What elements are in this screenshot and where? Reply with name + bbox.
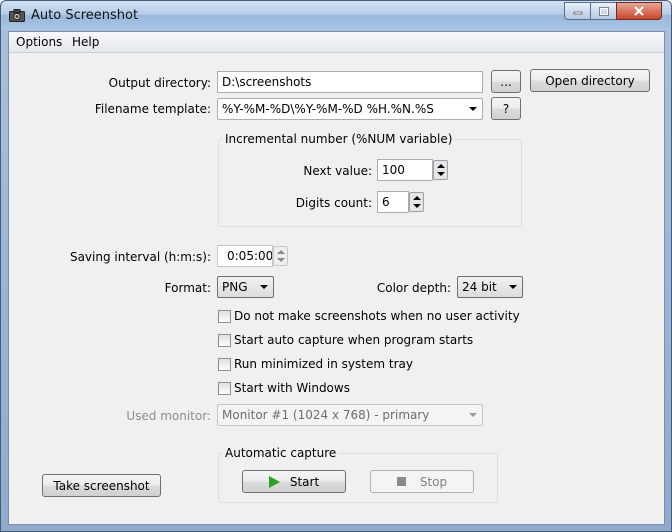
filename-template-combo[interactable]: %Y-%M-%D\%Y-%M-%D %H.%N.%S xyxy=(217,98,483,120)
auto-capture-checkbox[interactable] xyxy=(218,334,231,347)
minimized-tray-checkbox[interactable] xyxy=(218,358,231,371)
browse-button[interactable]: ... xyxy=(491,70,521,93)
menu-help[interactable]: Help xyxy=(72,35,99,49)
client-area: Options Help Output directory: D:\screen… xyxy=(8,31,665,525)
digits-count-spinner[interactable] xyxy=(409,192,424,212)
filename-template-label: Filename template: xyxy=(94,102,211,116)
template-help-button[interactable]: ? xyxy=(491,97,521,120)
stop-icon xyxy=(396,477,406,486)
saving-interval-input[interactable]: 0:05:00 xyxy=(217,245,273,267)
app-window: Auto Screenshot Options Help Output dire… xyxy=(0,0,672,532)
menu-bar: Options Help xyxy=(9,32,664,53)
next-value-spinner[interactable] xyxy=(433,160,448,180)
minimize-button[interactable] xyxy=(564,2,591,20)
saving-interval-spinner[interactable] xyxy=(273,246,288,266)
open-directory-button[interactable]: Open directory xyxy=(530,69,650,92)
maximize-button[interactable] xyxy=(590,2,617,20)
used-monitor-label: Used monitor: xyxy=(126,409,211,423)
close-button[interactable] xyxy=(616,2,662,20)
used-monitor-select[interactable]: Monitor #1 (1024 x 768) - primary xyxy=(217,404,483,426)
output-directory-label: Output directory: xyxy=(108,76,211,90)
start-with-windows-label[interactable]: Start with Windows xyxy=(234,381,350,395)
chevron-down-icon xyxy=(509,285,517,289)
chevron-down-icon xyxy=(469,107,477,111)
saving-interval-label: Saving interval (h:m:s): xyxy=(69,250,211,264)
title-bar[interactable]: Auto Screenshot xyxy=(1,1,671,30)
stop-button[interactable]: Stop xyxy=(370,470,474,493)
color-depth-select[interactable]: 24 bit xyxy=(457,276,523,298)
stop-button-label: Stop xyxy=(419,474,448,489)
minimize-icon xyxy=(573,11,582,15)
maximize-icon xyxy=(598,6,609,16)
start-button[interactable]: Start xyxy=(242,470,346,493)
close-icon xyxy=(634,6,644,16)
chevron-down-icon xyxy=(469,413,477,417)
format-select[interactable]: PNG xyxy=(217,276,274,298)
minimized-tray-label[interactable]: Run minimized in system tray xyxy=(234,357,413,371)
incremental-number-group xyxy=(218,139,522,227)
play-icon xyxy=(268,475,280,488)
automatic-capture-title: Automatic capture xyxy=(223,446,339,460)
auto-capture-label[interactable]: Start auto capture when program starts xyxy=(234,333,473,347)
next-value-label: Next value: xyxy=(303,164,372,178)
format-value: PNG xyxy=(222,280,248,294)
chevron-down-icon xyxy=(260,285,268,289)
next-value-input[interactable]: 100 xyxy=(377,159,433,181)
start-button-label: Start xyxy=(289,474,320,489)
take-screenshot-button[interactable]: Take screenshot xyxy=(42,474,161,497)
no-activity-label[interactable]: Do not make screenshots when no user act… xyxy=(234,309,520,323)
digits-count-label: Digits count: xyxy=(295,196,372,210)
camera-icon xyxy=(9,9,25,22)
color-depth-label: Color depth: xyxy=(376,281,451,295)
start-with-windows-checkbox[interactable] xyxy=(218,382,231,395)
output-directory-input[interactable]: D:\screenshots xyxy=(217,71,483,93)
digits-count-input[interactable]: 6 xyxy=(377,191,409,213)
window-title: Auto Screenshot xyxy=(31,8,139,23)
menu-options[interactable]: Options xyxy=(16,35,62,49)
used-monitor-value: Monitor #1 (1024 x 768) - primary xyxy=(222,408,430,422)
format-label: Format: xyxy=(164,281,211,295)
no-activity-checkbox[interactable] xyxy=(218,310,231,323)
incremental-number-title: Incremental number (%NUM variable) xyxy=(223,132,455,146)
filename-template-value: %Y-%M-%D\%Y-%M-%D %H.%N.%S xyxy=(222,102,434,116)
color-depth-value: 24 bit xyxy=(462,280,497,294)
